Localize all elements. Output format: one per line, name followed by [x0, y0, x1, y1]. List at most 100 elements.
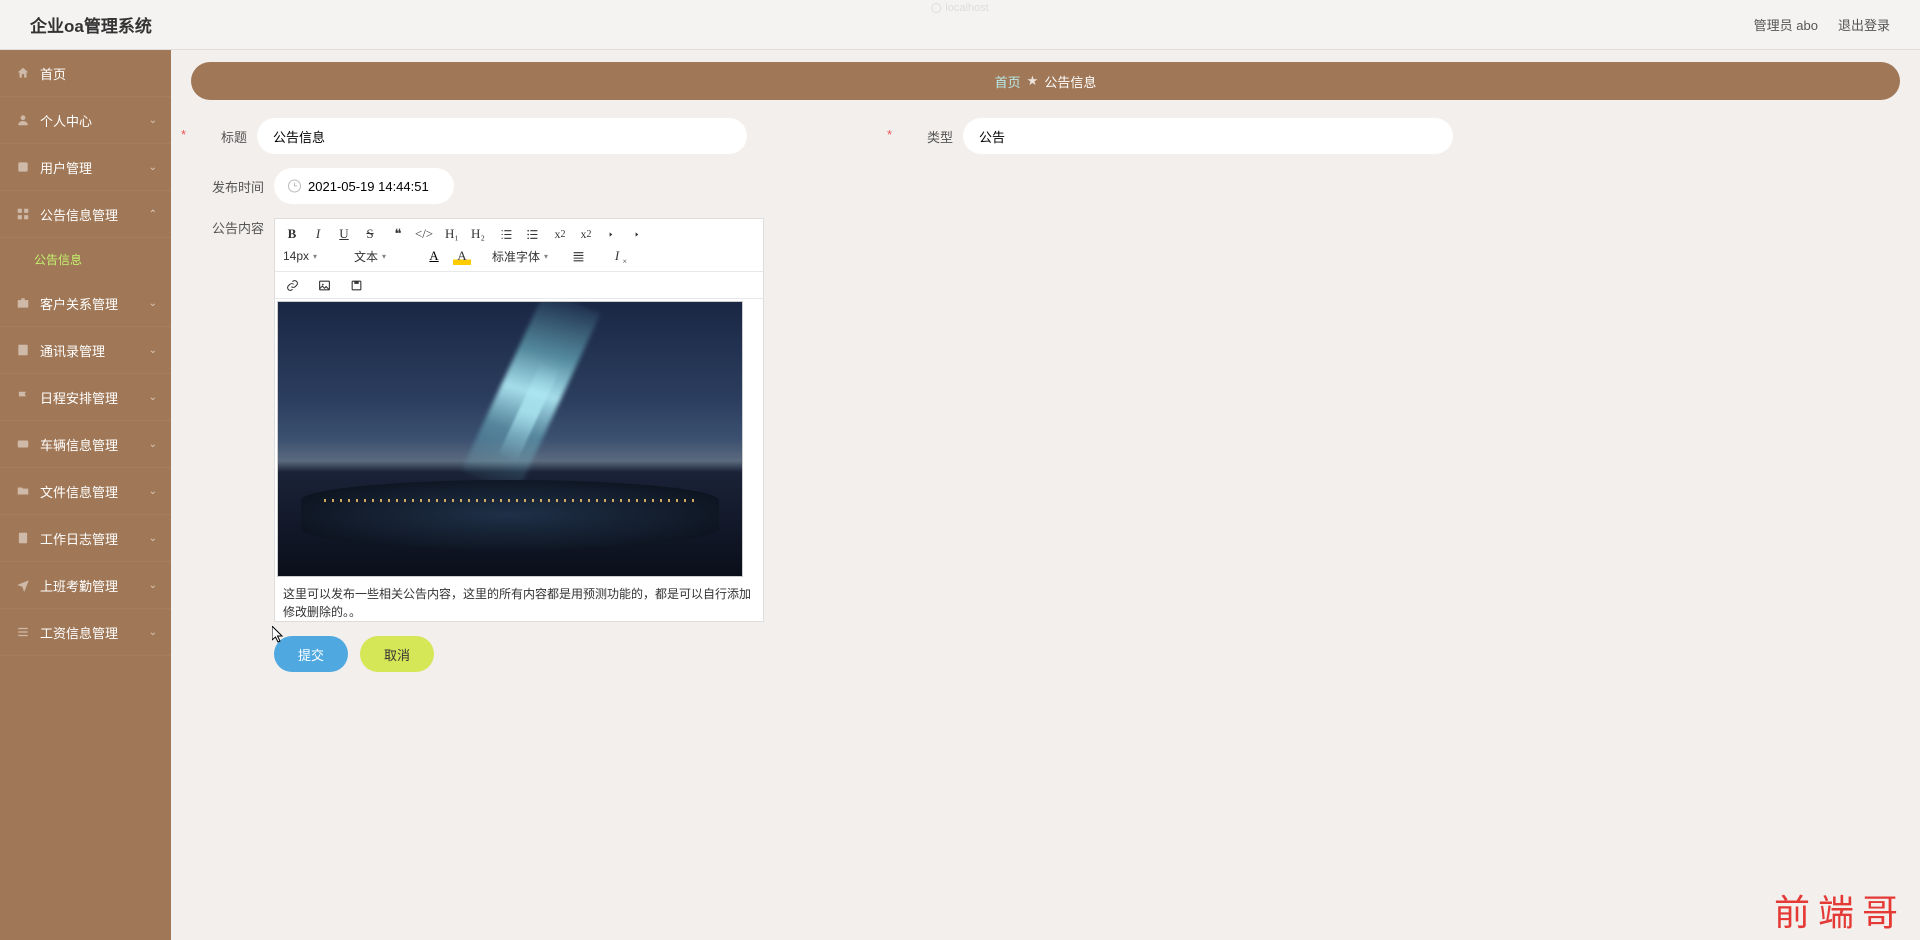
editor-toolbar-2 — [275, 272, 763, 299]
plane-icon — [16, 578, 30, 592]
user-icon — [16, 113, 30, 127]
font-size-select[interactable]: 14px — [283, 249, 333, 263]
clock-icon — [288, 180, 301, 193]
ordered-list-button[interactable] — [497, 225, 515, 243]
chevron-down-icon: ⌄ — [149, 580, 157, 591]
subscript-button[interactable]: x2 — [551, 225, 569, 243]
sidebar-label: 客户关系管理 — [40, 294, 118, 313]
sidebar-item-worklogs[interactable]: 工作日志管理 ⌄ — [0, 515, 171, 562]
h2-button[interactable]: H₂ — [469, 225, 487, 243]
strikethrough-button[interactable]: S — [361, 225, 379, 243]
sidebar-item-files[interactable]: 文件信息管理 ⌄ — [0, 468, 171, 515]
breadcrumb-sep: ★ — [1027, 73, 1039, 89]
align-button[interactable] — [569, 247, 587, 265]
code-button[interactable]: </> — [415, 225, 433, 243]
briefcase-icon — [16, 296, 30, 310]
sidebar-item-profile[interactable]: 个人中心 ⌄ — [0, 97, 171, 144]
doc-icon — [16, 531, 30, 545]
list-icon — [16, 625, 30, 639]
quote-button[interactable]: ❝ — [389, 225, 407, 243]
chevron-down-icon: ⌄ — [149, 533, 157, 544]
flag-icon — [16, 390, 30, 404]
chevron-down-icon: ⌄ — [149, 439, 157, 450]
user-link[interactable]: 管理员 abo — [1754, 15, 1818, 34]
chevron-down-icon: ⌄ — [149, 392, 157, 403]
header-bar: localhost 企业oa管理系统 管理员 abo 退出登录 — [0, 0, 1920, 50]
clear-format-button[interactable]: I× — [608, 247, 626, 265]
grid-icon — [16, 207, 30, 221]
image-button[interactable] — [315, 276, 333, 294]
folder-icon — [16, 484, 30, 498]
sidebar-label: 个人中心 — [40, 111, 92, 130]
font-style-select[interactable]: 文本 — [354, 248, 404, 265]
sidebar-subitem-announcement[interactable]: 公告信息 — [0, 238, 171, 280]
bg-color-button[interactable]: A — [453, 247, 471, 265]
app-title: 企业oa管理系统 — [30, 12, 152, 37]
title-input[interactable] — [257, 118, 747, 154]
chevron-down-icon: ⌄ — [149, 298, 157, 309]
sidebar-label: 通讯录管理 — [40, 341, 105, 360]
sidebar-item-announcements[interactable]: 公告信息管理 ⌃ — [0, 191, 171, 238]
sidebar-item-vehicles[interactable]: 车辆信息管理 ⌄ — [0, 421, 171, 468]
globe-icon — [931, 3, 941, 13]
publish-label: 发布时间 — [208, 177, 264, 196]
sidebar-label: 文件信息管理 — [40, 482, 118, 501]
type-input[interactable] — [963, 118, 1453, 154]
cancel-button[interactable]: 取消 — [360, 636, 434, 672]
content-label: 公告内容 — [208, 218, 264, 237]
logout-link[interactable]: 退出登录 — [1838, 15, 1890, 34]
outdent-button[interactable] — [605, 225, 623, 243]
content-text: 这里可以发布一些相关公告内容，这里的所有内容都是用预测功能的，都是可以自行添加修… — [277, 577, 761, 621]
unordered-list-button[interactable] — [523, 225, 541, 243]
sidebar-label: 上班考勤管理 — [40, 576, 118, 595]
form-row-title-type: *标题 *类型 — [191, 118, 1900, 154]
link-button[interactable] — [283, 276, 301, 294]
chevron-down-icon: ⌄ — [149, 162, 157, 173]
users-icon — [16, 160, 30, 174]
breadcrumb-current: 公告信息 — [1044, 72, 1096, 91]
publish-date-input[interactable] — [274, 168, 454, 204]
url-ghost: localhost — [931, 2, 988, 14]
sidebar-item-users[interactable]: 用户管理 ⌄ — [0, 144, 171, 191]
indent-button[interactable] — [631, 225, 649, 243]
superscript-button[interactable]: x2 — [577, 225, 595, 243]
underline-button[interactable]: U — [335, 225, 353, 243]
sidebar-label: 用户管理 — [40, 158, 92, 177]
sidebar-item-schedule[interactable]: 日程安排管理 ⌄ — [0, 374, 171, 421]
content-image — [277, 301, 743, 577]
rich-text-editor: B I U S ❝ </> H₁ H₂ x2 — [274, 218, 764, 622]
submit-button[interactable]: 提交 — [274, 636, 348, 672]
sidebar-label: 公告信息管理 — [40, 205, 118, 224]
italic-button[interactable]: I — [309, 225, 327, 243]
bold-button[interactable]: B — [283, 225, 301, 243]
main-content: 首页 ★ 公告信息 *标题 *类型 发布时间 公告内容 B I U — [171, 50, 1920, 940]
sidebar-label: 首页 — [40, 64, 66, 83]
card-icon — [16, 437, 30, 451]
button-row: 提交 取消 — [274, 636, 1900, 672]
breadcrumb: 首页 ★ 公告信息 — [191, 62, 1900, 100]
home-icon — [16, 66, 30, 80]
save-button[interactable] — [347, 276, 365, 294]
sidebar-label: 日程安排管理 — [40, 388, 118, 407]
sidebar-item-salary[interactable]: 工资信息管理 ⌄ — [0, 609, 171, 656]
sidebar: 首页 个人中心 ⌄ 用户管理 ⌄ 公告信息管理 ⌃ 公告信息 客户关系管理 ⌄ … — [0, 50, 171, 940]
chevron-down-icon: ⌄ — [149, 115, 157, 126]
form-row-publish: 发布时间 — [191, 168, 1900, 204]
font-color-button[interactable]: A — [425, 247, 443, 265]
watermark: 前端哥 — [1774, 884, 1906, 936]
book-icon — [16, 343, 30, 357]
editor-content-area[interactable]: 这里可以发布一些相关公告内容，这里的所有内容都是用预测功能的，都是可以自行添加修… — [275, 299, 763, 621]
sidebar-item-attendance[interactable]: 上班考勤管理 ⌄ — [0, 562, 171, 609]
sidebar-item-contacts[interactable]: 通讯录管理 ⌄ — [0, 327, 171, 374]
sidebar-label: 工资信息管理 — [40, 623, 118, 642]
title-label: *标题 — [191, 127, 247, 146]
sidebar-item-crm[interactable]: 客户关系管理 ⌄ — [0, 280, 171, 327]
sidebar-item-home[interactable]: 首页 — [0, 50, 171, 97]
editor-toolbar: B I U S ❝ </> H₁ H₂ x2 — [275, 219, 763, 272]
sidebar-label: 工作日志管理 — [40, 529, 118, 548]
type-label: *类型 — [897, 127, 953, 146]
breadcrumb-home[interactable]: 首页 — [995, 72, 1021, 91]
h1-button[interactable]: H₁ — [443, 225, 461, 243]
font-family-select[interactable]: 标准字体 — [492, 248, 548, 265]
sidebar-label: 车辆信息管理 — [40, 435, 118, 454]
